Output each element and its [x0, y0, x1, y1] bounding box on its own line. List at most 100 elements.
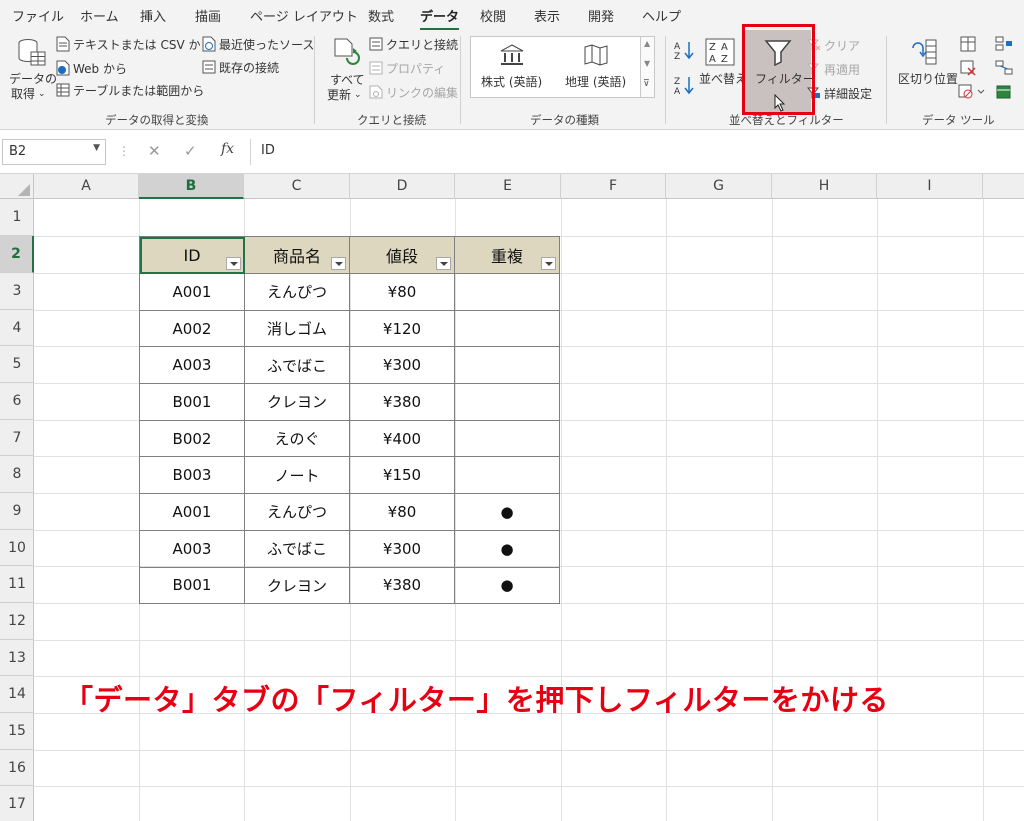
column-header-c[interactable]: C: [244, 174, 350, 199]
header-cell-product[interactable]: 商品名: [244, 236, 350, 274]
tab-insert[interactable]: 挿入: [140, 6, 166, 25]
table-cell[interactable]: ¥150: [349, 456, 455, 495]
name-box[interactable]: B2 ▼: [2, 139, 106, 165]
tab-file[interactable]: ファイル: [12, 6, 64, 25]
column-header-e[interactable]: E: [455, 174, 561, 199]
tab-data[interactable]: データ: [420, 6, 460, 31]
table-cell[interactable]: A001: [139, 273, 245, 311]
gallery-scrollbar[interactable]: ▲ ▼ ⊽: [640, 37, 654, 97]
column-header-f[interactable]: F: [561, 174, 666, 199]
table-cell[interactable]: ●: [454, 529, 560, 568]
row-header-7[interactable]: 7: [0, 420, 34, 456]
insert-function-icon[interactable]: fx: [221, 141, 234, 157]
remove-duplicates-icon[interactable]: [960, 60, 976, 76]
filter-dropdown-icon[interactable]: [226, 257, 241, 270]
table-cell[interactable]: えんぴつ: [244, 493, 350, 531]
table-cell[interactable]: えんぴつ: [244, 273, 350, 311]
data-model-icon[interactable]: [995, 84, 1013, 100]
row-header-12[interactable]: 12: [0, 603, 34, 640]
tab-formulas[interactable]: 数式: [368, 6, 394, 25]
table-cell[interactable]: えのぐ: [244, 419, 350, 458]
table-cell[interactable]: ふでばこ: [244, 529, 350, 568]
confirm-icon[interactable]: ✓: [184, 142, 197, 160]
table-cell[interactable]: [454, 309, 560, 348]
table-cell[interactable]: ¥300: [349, 529, 455, 568]
tab-review[interactable]: 校閲: [480, 6, 506, 25]
database-icon: [16, 38, 48, 68]
tab-draw[interactable]: 描画: [195, 6, 221, 25]
table-cell[interactable]: [454, 419, 560, 458]
text-file-icon: [56, 36, 70, 52]
table-cell[interactable]: B003: [139, 456, 245, 495]
tab-view[interactable]: 表示: [534, 6, 560, 25]
chevron-down-icon: ⌄: [354, 90, 362, 100]
spreadsheet-grid: A B C D E F G H I 1 2 3 4 5 6 7 8 9 10 1…: [0, 174, 1024, 821]
tab-page-layout[interactable]: ページ レイアウト: [250, 6, 358, 25]
column-header-i[interactable]: I: [877, 174, 983, 199]
row-header-17[interactable]: 17: [0, 786, 34, 821]
column-header-a[interactable]: A: [34, 174, 139, 199]
table-cell[interactable]: B001: [139, 566, 245, 605]
table-cell[interactable]: [454, 456, 560, 495]
header-cell-duplicate[interactable]: 重複: [454, 236, 560, 274]
table-cell[interactable]: クレヨン: [244, 383, 350, 421]
row-header-2[interactable]: 2: [0, 236, 34, 273]
select-all-corner[interactable]: [0, 174, 34, 199]
filter-dropdown-icon[interactable]: [436, 257, 451, 270]
column-header-g[interactable]: G: [666, 174, 772, 199]
table-cell[interactable]: [454, 273, 560, 311]
column-header-b[interactable]: B: [139, 174, 244, 199]
row-header-11[interactable]: 11: [0, 566, 34, 603]
table-cell[interactable]: 消しゴム: [244, 309, 350, 348]
row-header-16[interactable]: 16: [0, 750, 34, 786]
filter-dropdown-icon[interactable]: [331, 257, 346, 270]
table-cell[interactable]: A003: [139, 529, 245, 568]
table-cell[interactable]: ノート: [244, 456, 350, 495]
row-header-9[interactable]: 9: [0, 493, 34, 530]
formula-input[interactable]: ID: [250, 139, 1020, 165]
table-cell[interactable]: ¥300: [349, 346, 455, 385]
row-header-15[interactable]: 15: [0, 713, 34, 750]
filter-dropdown-icon[interactable]: [541, 257, 556, 270]
table-cell[interactable]: ¥380: [349, 566, 455, 605]
row-header-10[interactable]: 10: [0, 530, 34, 566]
table-cell[interactable]: ●: [454, 566, 560, 605]
sort-label: 並べ替え: [699, 72, 748, 86]
row-header-6[interactable]: 6: [0, 383, 34, 420]
table-cell[interactable]: ¥80: [349, 273, 455, 311]
table-cell[interactable]: ¥80: [349, 493, 455, 531]
table-cell[interactable]: ふでばこ: [244, 346, 350, 385]
table-cell[interactable]: ●: [454, 493, 560, 531]
consolidate-icon[interactable]: [995, 36, 1013, 52]
tab-developer[interactable]: 開発: [588, 6, 614, 25]
column-header-h[interactable]: H: [772, 174, 877, 199]
tab-help[interactable]: ヘルプ: [642, 6, 681, 25]
header-cell-price[interactable]: 値段: [349, 236, 455, 274]
data-validation-icon[interactable]: [958, 84, 986, 100]
table-cell[interactable]: A001: [139, 493, 245, 531]
row-header-1[interactable]: 1: [0, 199, 34, 236]
row-header-4[interactable]: 4: [0, 310, 34, 346]
flash-fill-icon[interactable]: [960, 36, 976, 52]
row-header-8[interactable]: 8: [0, 456, 34, 493]
table-cell[interactable]: B002: [139, 419, 245, 458]
table-cell[interactable]: ¥400: [349, 419, 455, 458]
group-label-data-tools: データ ツール: [922, 113, 995, 127]
relationships-icon[interactable]: [995, 60, 1013, 76]
row-header-3[interactable]: 3: [0, 273, 34, 310]
row-header-14[interactable]: 14: [0, 676, 34, 713]
table-cell[interactable]: [454, 346, 560, 385]
table-cell[interactable]: ¥380: [349, 383, 455, 421]
table-cell[interactable]: B001: [139, 383, 245, 421]
table-cell[interactable]: A002: [139, 309, 245, 348]
table-cell[interactable]: ¥120: [349, 309, 455, 348]
header-cell-id[interactable]: ID: [139, 236, 245, 274]
table-cell[interactable]: [454, 383, 560, 421]
row-header-5[interactable]: 5: [0, 346, 34, 383]
table-cell[interactable]: クレヨン: [244, 566, 350, 605]
table-cell[interactable]: A003: [139, 346, 245, 385]
column-header-d[interactable]: D: [350, 174, 455, 199]
row-header-13[interactable]: 13: [0, 640, 34, 676]
tab-home[interactable]: ホーム: [80, 6, 119, 25]
cancel-icon[interactable]: ✕: [148, 142, 161, 160]
